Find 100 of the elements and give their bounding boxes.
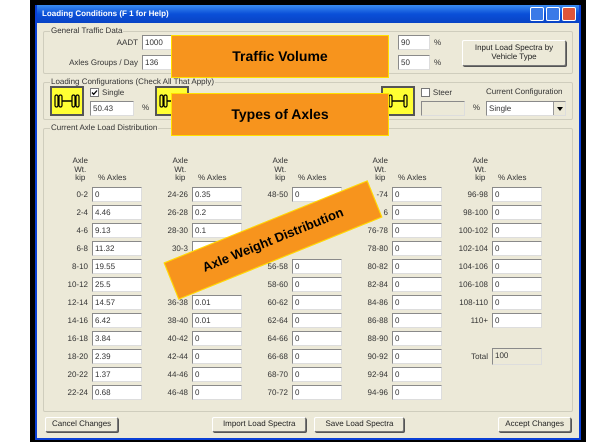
configuration-dropdown[interactable]: Single [486,101,566,116]
weight-range-label: 60-62 [268,298,288,306]
minimize-icon[interactable] [530,7,544,21]
percent-field[interactable]: 0 [92,187,142,202]
weight-range-label: 110+ [470,316,488,324]
percent-field[interactable]: 19.55 [92,259,142,274]
action-button[interactable]: Cancel Changes [45,417,118,432]
action-button[interactable]: Accept Changes [498,417,571,432]
weight-range-label: 66-68 [268,352,288,360]
percent-field[interactable]: 0 [292,277,342,292]
callout-tooltip: Types of Axles [171,93,389,136]
percent-field[interactable]: 0 [392,223,442,238]
weight-range-label: 70-72 [268,388,288,396]
percent-field[interactable]: 0 [292,259,342,274]
percent-field[interactable]: 0 [392,349,442,364]
percent-field[interactable]: 0.1 [192,223,242,238]
checkbox[interactable] [90,88,99,97]
weight-range-label: 10-12 [68,280,88,288]
weight-range-label: 58-60 [268,280,288,288]
weight-range-label: 0-2 [76,190,88,198]
percent-field[interactable]: 0 [192,385,242,400]
percent-field[interactable]: 0 [292,385,342,400]
percent-field[interactable]: 0.68 [92,385,142,400]
percent-field[interactable]: 0 [192,331,242,346]
weight-range-label: 16-18 [68,334,88,342]
weight-range-label: 108-110 [459,298,488,306]
percent-field[interactable]: 0.35 [192,187,242,202]
weight-range-label: 96-98 [468,190,488,198]
percent-field[interactable]: 3.84 [92,331,142,346]
percent-field[interactable]: 0 [392,295,442,310]
group-title: Current Axle Load Distribution [50,124,158,132]
column-header: Axle Wt. kip [72,157,88,182]
percent-field[interactable]: 0 [492,223,542,238]
close-icon[interactable] [562,7,576,21]
percent-field[interactable]: 0 [392,331,442,346]
percent-field[interactable]: 2.39 [92,349,142,364]
percent-field[interactable]: 14.57 [92,295,142,310]
weight-range-label: 104-106 [458,262,488,270]
action-button[interactable]: Import Load Spectra [212,417,306,432]
percent-field[interactable]: 0 [492,205,542,220]
percent-field[interactable]: 0 [292,313,342,328]
unit-label: % [142,102,150,114]
window-title: Loading Conditions (F 1 for Help) [42,8,170,20]
axle-icon [50,86,84,116]
percent-field[interactable]: 0 [392,205,442,220]
percent-field[interactable]: 0 [492,277,542,292]
percent-field[interactable]: 0.01 [192,313,242,328]
checkbox-label: Single [102,86,124,98]
input-spectra-button[interactable]: Input Load Spectra by Vehicle Type [462,40,566,66]
percent-field[interactable]: 0 [492,259,542,274]
percent-field[interactable]: 4.46 [92,205,142,220]
percent-field[interactable]: 0.01 [192,295,242,310]
percent-field[interactable]: 0 [192,367,242,382]
weight-range-label: 26-28 [168,208,188,216]
percent-field[interactable]: 0.2 [192,205,242,220]
weight-range-label: 44-46 [168,370,188,378]
input-field[interactable]: 50 [398,55,430,70]
weight-range-label: 28-30 [168,226,188,234]
percent-field[interactable]: 0 [392,385,442,400]
percent-field[interactable]: 0 [192,349,242,364]
weight-range-label: 68-70 [268,370,288,378]
percent-field[interactable]: 1.37 [92,367,142,382]
percent-field[interactable]: 6.42 [92,313,142,328]
percent-field[interactable]: 0 [392,187,442,202]
percent-field[interactable]: 0 [392,277,442,292]
percent-field[interactable]: 0 [492,313,542,328]
percent-field[interactable]: 25.5 [92,277,142,292]
percent-field[interactable]: 0 [492,241,542,256]
column-header: Axle Wt. kip [172,157,188,182]
weight-range-label: 90-92 [368,352,388,360]
percent-field[interactable]: 0 [392,313,442,328]
total-label: Total [471,352,488,360]
percent-field[interactable]: 0 [292,295,342,310]
percent-field[interactable]: 9.13 [92,223,142,238]
percent-field[interactable]: 0 [392,367,442,382]
percent-field[interactable]: 0 [492,187,542,202]
input-field[interactable]: 90 [398,35,430,50]
maximize-icon[interactable] [546,7,560,21]
percent-field[interactable]: 0 [292,331,342,346]
weight-range-label: 62-64 [268,316,288,324]
field-label: AADT [116,36,138,48]
total-field: 100 [492,348,542,365]
percent-field[interactable]: 0 [392,241,442,256]
column-header: Axle Wt. kip [272,157,288,182]
percent-field[interactable]: 0 [392,259,442,274]
percent-field[interactable]: 0 [292,349,342,364]
action-button[interactable]: Save Load Spectra [314,417,404,432]
weight-range-label: 100-102 [458,226,488,234]
weight-range-label: 6-8 [76,244,88,252]
column-header: % Axles [397,172,426,184]
weight-range-label: 102-104 [458,244,488,252]
percent-field[interactable]: 0 [492,295,542,310]
weight-range-label: 42-44 [168,352,188,360]
input-field[interactable]: 50.43 [90,100,134,116]
weight-range-label: 18-20 [68,352,88,360]
percent-field[interactable]: 11.32 [92,241,142,256]
percent-field[interactable]: 0 [292,367,342,382]
weight-range-label: 46-48 [168,388,188,396]
callout-tooltip: Traffic Volume [171,35,389,78]
weight-range-label: 88-90 [368,334,388,342]
